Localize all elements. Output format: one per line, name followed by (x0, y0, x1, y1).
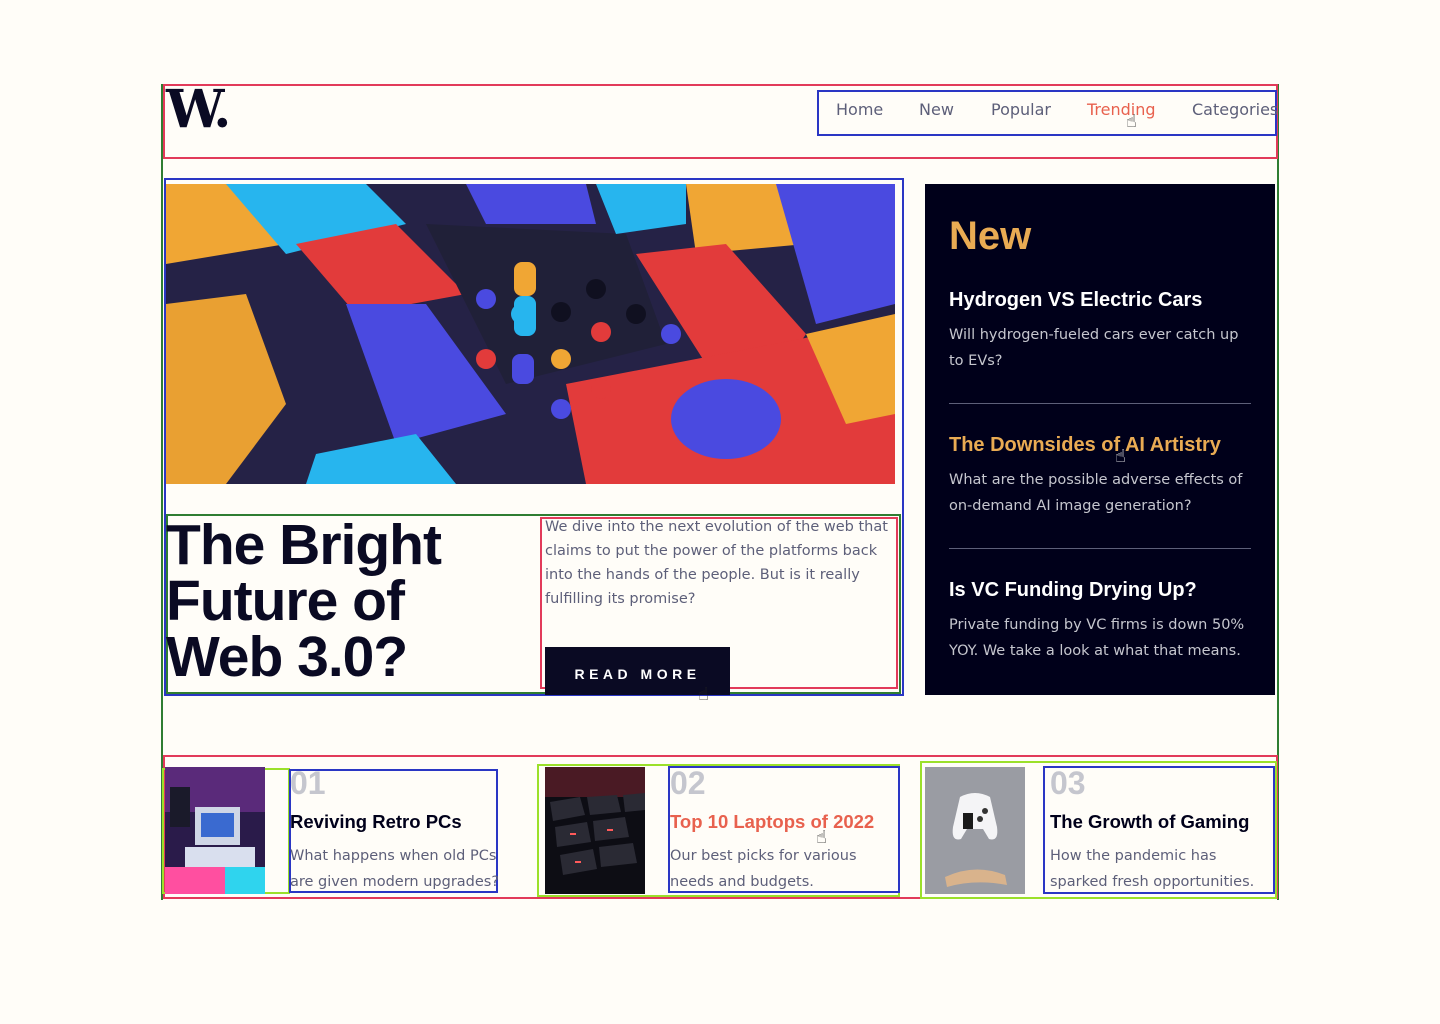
page-outline-right (1277, 84, 1279, 900)
site-logo[interactable]: W. (166, 80, 231, 140)
nav-categories[interactable]: Categories (1192, 100, 1278, 119)
hand-cursor-icon: ☝ (1115, 446, 1126, 467)
new-item-description: Private funding by VC firms is down 50% … (949, 617, 1245, 659)
abstract-3d-blocks-image (166, 184, 895, 484)
hero-description: We dive into the next evolution of the w… (545, 519, 888, 607)
nav-home[interactable]: Home (836, 100, 883, 119)
hand-cursor-icon: ☝ (1126, 111, 1137, 132)
new-panel: New Hydrogen VS Electric Cars Will hydro… (925, 184, 1275, 695)
new-item-title[interactable]: Is VC Funding Drying Up? (949, 579, 1251, 602)
laptop-keyboard-image (545, 767, 645, 894)
card-number: 02 (670, 765, 706, 801)
new-item-description: Will hydrogen-fueled cars ever catch up … (949, 327, 1239, 369)
new-item[interactable]: Is VC Funding Drying Up? Private funding… (949, 579, 1251, 664)
main-nav: Home New Popular Trending Categories (818, 92, 1278, 128)
nav-trending[interactable]: Trending (1087, 100, 1156, 119)
hero-title: The Bright Future of Web 3.0? (166, 513, 442, 689)
nav-new[interactable]: New (919, 100, 954, 119)
nav-popular[interactable]: Popular (991, 100, 1051, 119)
new-item-title[interactable]: Hydrogen VS Electric Cars (949, 289, 1251, 312)
retro-pc-image (165, 767, 265, 894)
hand-cursor-icon: ☝ (816, 827, 827, 848)
hand-cursor-icon: ☝ (698, 684, 709, 705)
card-title[interactable]: Top 10 Laptops of 2022 (670, 811, 874, 833)
card-description: How the pandemic has sparked fresh oppor… (1050, 848, 1255, 890)
divider (949, 403, 1251, 404)
card-title[interactable]: The Growth of Gaming (1050, 811, 1249, 833)
gamepad-image (925, 767, 1025, 894)
card-number: 03 (1050, 765, 1086, 801)
card-number: 01 (290, 765, 326, 801)
new-panel-heading: New (949, 214, 1032, 258)
new-item-description: What are the possible adverse effects of… (949, 472, 1243, 514)
card-title[interactable]: Reviving Retro PCs (290, 811, 462, 833)
divider (949, 548, 1251, 549)
card-description: Our best picks for various needs and bud… (670, 848, 857, 890)
card-description: What happens when old PCs are given mode… (290, 848, 500, 890)
new-item[interactable]: Hydrogen VS Electric Cars Will hydrogen-… (949, 289, 1251, 374)
new-item[interactable]: The Downsides of AI Artistry What are th… (949, 434, 1251, 519)
new-item-title[interactable]: The Downsides of AI Artistry (949, 434, 1251, 457)
